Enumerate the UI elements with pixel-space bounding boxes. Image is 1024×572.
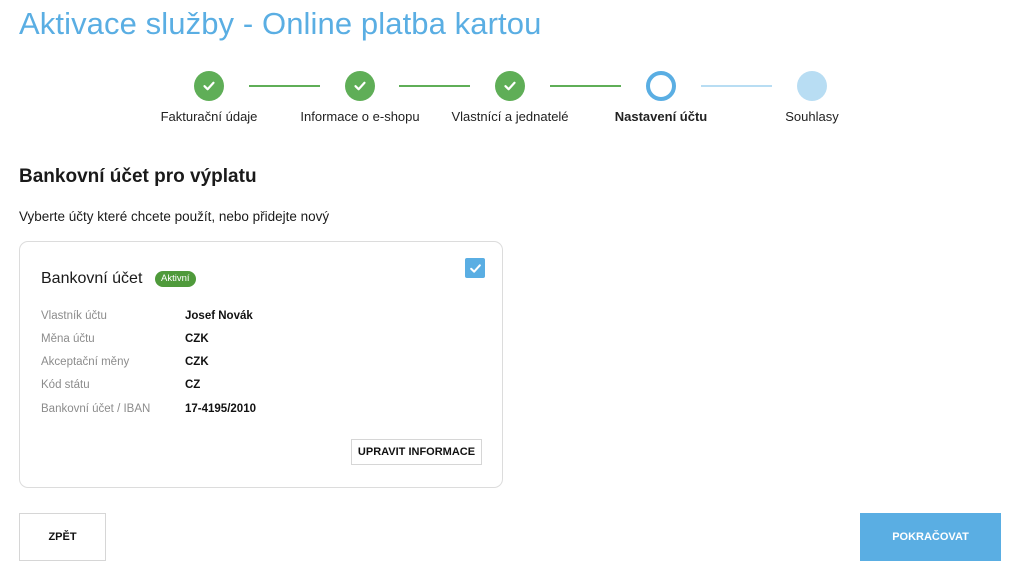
- step-5-pending-indicator: [797, 71, 827, 101]
- account-select-checkbox[interactable]: [465, 258, 485, 278]
- check-icon: [504, 81, 516, 91]
- step-3-label: Vlastnící a jednatelé: [451, 109, 569, 124]
- edit-info-button[interactable]: UPRAVIT INFORMACE: [351, 439, 482, 465]
- info-label: Vlastník účtu: [41, 310, 107, 322]
- info-label: Měna účtu: [41, 333, 95, 345]
- continue-button[interactable]: POKRAČOVAT: [860, 513, 1001, 561]
- step-4-current-indicator: [646, 71, 676, 101]
- check-icon: [469, 263, 481, 273]
- step-4-label: Nastavení účtu: [614, 109, 708, 124]
- info-row-country-code: Kód státu CZ: [41, 379, 461, 395]
- info-value: Josef Novák: [185, 310, 253, 322]
- check-icon: [203, 81, 215, 91]
- progress-stepper: Fakturační údaje Informace o e-shopu Vla…: [0, 71, 1024, 131]
- info-value: CZK: [185, 333, 209, 345]
- info-label: Bankovní účet / IBAN: [41, 403, 151, 415]
- bank-account-card[interactable]: Bankovní účet Aktivní Vlastník účtu Jose…: [19, 241, 503, 488]
- section-subtitle: Vyberte účty které chcete použít, nebo p…: [19, 209, 330, 224]
- info-value: 17-4195/2010: [185, 403, 256, 415]
- info-label: Kód státu: [41, 379, 90, 391]
- info-row-accepted-currencies: Akceptační měny CZK: [41, 356, 461, 372]
- info-row-owner: Vlastník účtu Josef Novák: [41, 310, 461, 326]
- section-title: Bankovní účet pro výplatu: [19, 166, 257, 187]
- step-2-label: Informace o e-shopu: [300, 109, 420, 124]
- step-1-done-indicator: [194, 71, 224, 101]
- info-row-iban: Bankovní účet / IBAN 17-4195/2010: [41, 403, 461, 419]
- step-connector-3: [550, 85, 621, 87]
- info-value: CZ: [185, 379, 201, 391]
- step-connector-1: [249, 85, 320, 87]
- info-row-currency: Měna účtu CZK: [41, 333, 461, 349]
- check-icon: [354, 81, 366, 91]
- step-connector-4: [701, 85, 772, 87]
- info-label: Akceptační měny: [41, 356, 130, 368]
- back-button[interactable]: ZPĚT: [19, 513, 106, 561]
- info-value: CZK: [185, 356, 209, 368]
- step-5-label: Souhlasy: [785, 109, 839, 124]
- status-badge: Aktivní: [155, 271, 196, 287]
- step-connector-2: [399, 85, 470, 87]
- step-1-label: Fakturační údaje: [160, 109, 258, 124]
- step-2-done-indicator: [345, 71, 375, 101]
- step-3-done-indicator: [495, 71, 525, 101]
- card-title: Bankovní účet: [41, 270, 143, 287]
- page-title: Aktivace služby - Online platba kartou: [19, 6, 542, 41]
